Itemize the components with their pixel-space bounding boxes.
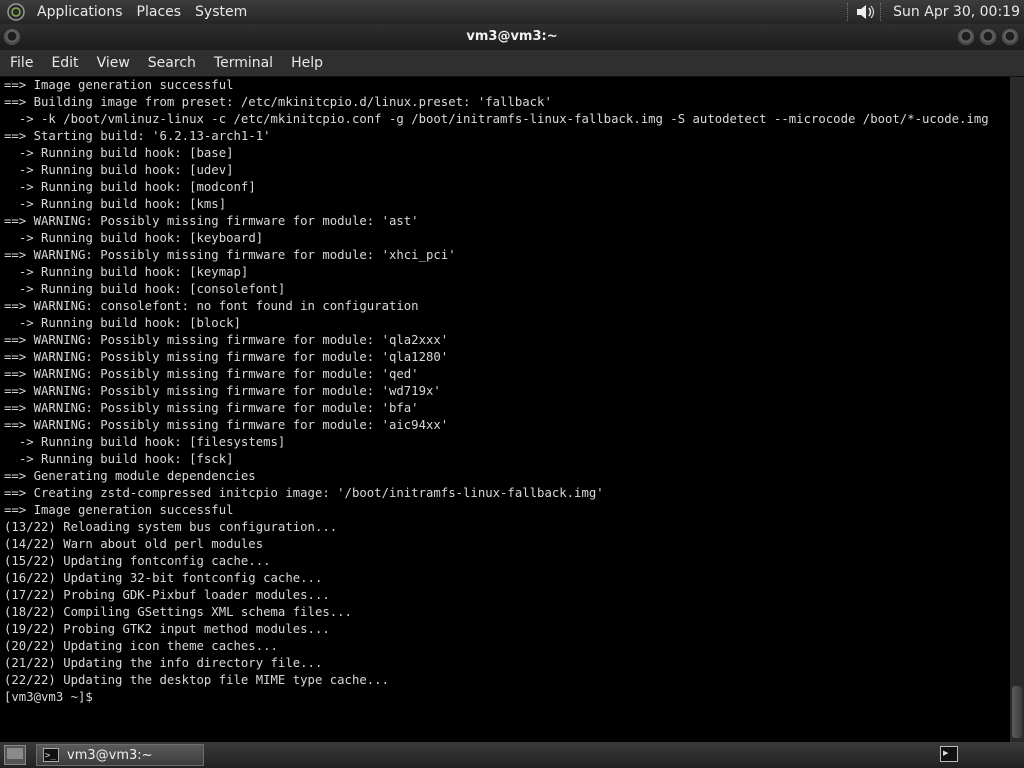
terminal-output: ==> Image generation successful ==> Build… [0,77,1008,706]
menu-system[interactable]: System [188,0,254,24]
terminal-line: -> Running build hook: [block] [4,316,241,330]
menu-search[interactable]: Search [138,50,204,76]
terminal-line: ==> Image generation successful [4,78,234,92]
terminal-line: ==> Creating zstd-compressed initcpio im… [4,486,604,500]
show-desktop-icon[interactable] [4,745,26,765]
terminal-line: ==> WARNING: Possibly missing firmware f… [4,418,449,432]
terminal-line: (13/22) Reloading system bus configurati… [4,520,338,534]
terminal-area[interactable]: ==> Image generation successful ==> Build… [0,77,1010,742]
terminal-line: -> Running build hook: [keymap] [4,265,249,279]
maximize-icon[interactable] [980,29,996,45]
terminal-line: (21/22) Updating the info directory file… [4,656,323,670]
terminal-line: (17/22) Probing GDK-Pixbuf loader module… [4,588,330,602]
terminal-line: ==> WARNING: Possibly missing firmware f… [4,350,449,364]
terminal-line: ==> WARNING: Possibly missing firmware f… [4,333,449,347]
bottom-panel: >_ vm3@vm3:~ [0,742,1024,768]
terminal-line: -> Running build hook: [kms] [4,197,227,211]
scrollbar-thumb[interactable] [1012,686,1022,738]
top-panel: Applications Places System Sun Apr 30, 0… [0,0,1024,24]
terminal-line: ==> WARNING: Possibly missing firmware f… [4,248,456,262]
menu-places[interactable]: Places [130,0,189,24]
shell-prompt: [vm3@vm3 ~]$ [4,690,101,704]
terminal-line: (15/22) Updating fontconfig cache... [4,554,271,568]
terminal-line: (18/22) Compiling GSettings XML schema f… [4,605,352,619]
terminal-line: (20/22) Updating icon theme caches... [4,639,278,653]
terminal-line: ==> WARNING: Possibly missing firmware f… [4,214,419,228]
terminal-line: -> Running build hook: [fsck] [4,452,234,466]
menu-edit[interactable]: Edit [41,50,86,76]
window-titlebar[interactable]: vm3@vm3:~ [0,24,1024,50]
terminal-line: -> Running build hook: [consolefont] [4,282,286,296]
terminal-line: ==> WARNING: consolefont: no font found … [4,299,419,313]
terminal-line: (14/22) Warn about old perl modules [4,537,264,551]
terminal-line: ==> WARNING: Possibly missing firmware f… [4,384,441,398]
terminal-line: -> -k /boot/vmlinuz-linux -c /etc/mkinit… [4,112,989,126]
menu-help[interactable]: Help [281,50,331,76]
menu-applications[interactable]: Applications [30,0,130,24]
terminal-line: ==> Building image from preset: /etc/mki… [4,95,552,109]
menu-terminal[interactable]: Terminal [204,50,281,76]
terminal-line: ==> Generating module dependencies [4,469,256,483]
taskbar-window-label: vm3@vm3:~ [67,747,153,763]
scrollbar[interactable] [1010,77,1024,742]
volume-icon[interactable] [854,1,876,23]
panel-separator [880,3,883,21]
clock[interactable]: Sun Apr 30, 00:19 [887,4,1024,20]
gnome-foot-icon[interactable] [6,2,26,22]
terminal-line: (22/22) Updating the desktop file MIME t… [4,673,389,687]
terminal-icon: >_ [43,748,59,762]
terminal-line: -> Running build hook: [base] [4,146,234,160]
terminal-line: -> Running build hook: [modconf] [4,180,256,194]
terminal-line: ==> WARNING: Possibly missing firmware f… [4,401,419,415]
top-panel-tray: Sun Apr 30, 00:19 [843,1,1024,23]
taskbar-window-button[interactable]: >_ vm3@vm3:~ [36,744,204,766]
terminal-line: ==> WARNING: Possibly missing firmware f… [4,367,419,381]
window-title: vm3@vm3:~ [466,29,558,44]
terminal-line: -> Running build hook: [keyboard] [4,231,264,245]
terminal-line: -> Running build hook: [udev] [4,163,234,177]
terminal-line: -> Running build hook: [filesystems] [4,435,286,449]
terminal-line: (19/22) Probing GTK2 input method module… [4,622,330,636]
workspace-switcher-icon[interactable] [940,746,958,762]
close-icon[interactable] [1002,29,1018,45]
terminal-line: ==> Starting build: '6.2.13-arch1-1' [4,129,271,143]
minimize-icon[interactable] [958,29,974,45]
menu-view[interactable]: View [87,50,138,76]
panel-separator [847,3,850,21]
terminal-line: (16/22) Updating 32-bit fontconfig cache… [4,571,323,585]
menubar: File Edit View Search Terminal Help [0,50,1024,77]
menu-file[interactable]: File [0,50,41,76]
terminal-line: ==> Image generation successful [4,503,234,517]
